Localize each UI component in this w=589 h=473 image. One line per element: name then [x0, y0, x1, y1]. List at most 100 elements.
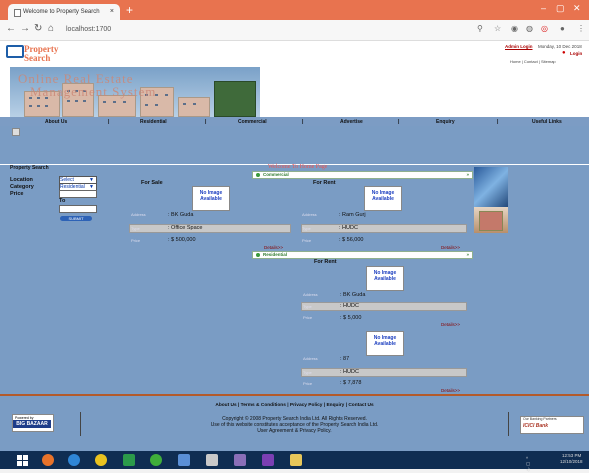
- tab-close-button[interactable]: ×: [110, 4, 114, 20]
- copyright: Copyright © 2008 Property Search India L…: [0, 416, 589, 434]
- nav-separator: |: [302, 119, 304, 125]
- extension-icon-2[interactable]: ◍: [526, 24, 533, 33]
- nav-useful-links[interactable]: Useful Links: [532, 119, 562, 125]
- footer-links[interactable]: About Us | Terms & Conditions | Privacy …: [0, 403, 589, 408]
- explorer-icon[interactable]: [178, 454, 190, 466]
- address-value: : BK Guda: [168, 212, 194, 218]
- big-bazaar-logo: BIG BAZAAR: [13, 420, 51, 428]
- price-from-input[interactable]: [59, 190, 97, 198]
- top-links[interactable]: Home | Contact | Sitemap: [510, 59, 556, 64]
- type-label: Type: [131, 226, 140, 231]
- address-label: Address: [131, 212, 146, 217]
- reload-icon[interactable]: ↻: [34, 23, 42, 34]
- type-label: Type: [303, 370, 312, 375]
- chrome-icon[interactable]: [95, 454, 107, 466]
- address-label: Address: [303, 292, 318, 297]
- price-value: : $ 56,000: [339, 237, 364, 243]
- site-logo[interactable]: Property Search: [24, 45, 58, 63]
- logo-icon: [6, 45, 24, 58]
- app-icon[interactable]: [123, 454, 135, 466]
- available-text: Available: [374, 276, 396, 282]
- no-image-placeholder: No Image Available: [366, 266, 404, 291]
- paint-icon[interactable]: [206, 454, 218, 466]
- expand-icon[interactable]: »: [466, 252, 469, 258]
- section-icon: [256, 172, 260, 177]
- nav-commercial[interactable]: Commercial: [238, 119, 267, 125]
- banking-partner-text: Our Banking Partners: [523, 417, 557, 421]
- folder-icon[interactable]: [290, 454, 302, 466]
- commercial-section-bar[interactable]: Commercial »: [252, 171, 473, 179]
- residential-label: Residential: [263, 252, 288, 257]
- forward-icon[interactable]: →: [20, 23, 30, 34]
- nav-enquiry[interactable]: Enquiry: [436, 119, 455, 125]
- divider: [508, 412, 509, 436]
- type-value: : Office Space: [168, 225, 203, 231]
- search-icon[interactable]: ⚲: [477, 24, 483, 33]
- admin-login-link[interactable]: Admin Login: [505, 44, 533, 49]
- tray-icons[interactable]: ^ ▢ ◂): [526, 456, 530, 473]
- details-link[interactable]: Details>>: [441, 322, 460, 327]
- extension-icon[interactable]: ◉: [511, 24, 518, 33]
- price-value: : $ 7,878: [340, 380, 362, 386]
- nav-about-us[interactable]: About Us: [45, 119, 67, 125]
- clock-time: 12:53 PM: [562, 453, 582, 458]
- nav-advertise[interactable]: Advertise: [340, 119, 363, 125]
- menu-icon[interactable]: ⋮: [577, 24, 585, 33]
- maximize-button[interactable]: ▢: [556, 3, 565, 14]
- residential-section-bar[interactable]: Residential »: [252, 251, 473, 259]
- tool-icon[interactable]: [234, 454, 246, 466]
- for-sale-heading: For Sale: [141, 180, 163, 186]
- expand-icon[interactable]: »: [466, 172, 469, 178]
- price-label: Price: [131, 238, 141, 243]
- main-nav: About Us | Residential | Commercial | Ad…: [0, 117, 589, 126]
- firefox-icon[interactable]: [42, 454, 54, 466]
- submit-button[interactable]: SUBMIT: [60, 216, 92, 221]
- star-icon[interactable]: ☆: [494, 24, 501, 33]
- new-tab-button[interactable]: +: [126, 3, 133, 17]
- type-value: : HUDC: [340, 303, 359, 309]
- for-rent-heading: For Rent: [313, 180, 336, 186]
- type-row: [129, 224, 291, 233]
- nav-residential[interactable]: Residential: [140, 119, 167, 125]
- price-label: Price: [10, 191, 24, 197]
- price-label: Price: [302, 238, 312, 243]
- details-link[interactable]: Details>>: [441, 388, 460, 393]
- login-link[interactable]: Login: [570, 51, 582, 56]
- available-text: Available: [200, 196, 222, 202]
- user-icon: ●: [562, 50, 566, 56]
- ie-icon[interactable]: [68, 454, 80, 466]
- chat-icon[interactable]: [150, 454, 162, 466]
- copyright-line3: User Agreement & Privacy Policy.: [257, 428, 332, 434]
- visual-studio-icon[interactable]: [262, 454, 274, 466]
- category-label: Category: [10, 184, 34, 190]
- for-rent-heading: For Rent: [314, 259, 337, 265]
- commercial-label: Commercial: [263, 172, 289, 177]
- page-icon: [14, 9, 21, 17]
- no-image-placeholder: No Image Available: [192, 186, 230, 211]
- browser-tab[interactable]: Welcome to Property Search ×: [8, 4, 120, 20]
- address-bar[interactable]: localhost:1700: [66, 23, 446, 37]
- property-search-title: Property Search: [10, 165, 49, 171]
- home-icon[interactable]: ⌂: [48, 23, 54, 34]
- details-link[interactable]: Details>>: [441, 245, 460, 250]
- type-label: Type: [302, 226, 311, 231]
- details-link[interactable]: Details>>: [264, 245, 283, 250]
- section-icon: [256, 252, 260, 257]
- no-image-placeholder: No Image Available: [366, 331, 404, 356]
- broken-image-icon: [12, 128, 20, 136]
- profile-icon[interactable]: ●: [560, 24, 565, 33]
- minimize-button[interactable]: –: [541, 3, 546, 13]
- type-label: Type: [303, 304, 312, 309]
- icici-logo: ICICI Bank: [523, 423, 549, 429]
- type-row: [301, 368, 467, 377]
- nav-separator: |: [108, 119, 110, 125]
- price-to-input[interactable]: [59, 205, 97, 213]
- address-label: Address: [303, 356, 318, 361]
- nav-separator: |: [398, 119, 400, 125]
- opera-icon[interactable]: ◎: [541, 24, 548, 33]
- type-row: [301, 224, 467, 233]
- back-icon[interactable]: ←: [6, 23, 16, 34]
- close-window-button[interactable]: ✕: [573, 3, 581, 14]
- windows-start-icon[interactable]: [17, 454, 29, 466]
- to-label: To: [59, 198, 66, 204]
